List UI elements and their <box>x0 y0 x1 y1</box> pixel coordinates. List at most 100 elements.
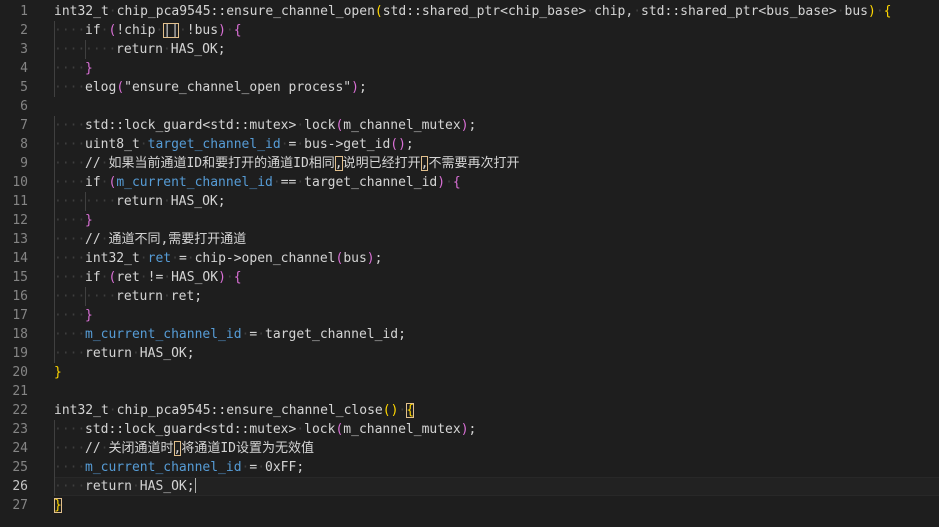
code-line[interactable]: ····int32_t·ret·=·chip->open_channel(bus… <box>54 249 939 268</box>
line-number: 21 <box>12 384 28 399</box>
indent-guide: ···· <box>54 78 86 97</box>
code-token: ) <box>460 118 469 133</box>
code-line[interactable]: ····} <box>54 59 939 78</box>
code-token: uint8_t <box>85 137 140 152</box>
code-line[interactable]: ····m_current_channel_id·=·target_channe… <box>54 325 939 344</box>
code-token: { <box>883 4 892 19</box>
code-token: ) <box>218 270 226 285</box>
code-line[interactable] <box>54 97 939 116</box>
code-token: ret <box>147 251 172 266</box>
code-token: !chip <box>116 23 156 38</box>
line-number: 18 <box>12 327 28 342</box>
line-number: 12 <box>12 213 28 228</box>
whitespace-marker: · <box>131 346 140 361</box>
code-token: int32_t <box>85 251 140 266</box>
code-token: int32_t <box>54 4 109 19</box>
code-token: bus <box>844 4 869 19</box>
whitespace-marker: · <box>108 4 117 19</box>
code-token: // <box>85 232 101 247</box>
whitespace-marker: · <box>162 289 171 304</box>
whitespace-marker: · <box>296 422 305 437</box>
code-line[interactable]: ····std::lock_guard<std::mutex>·lock(m_c… <box>54 116 939 135</box>
code-token: target_channel_id <box>304 175 438 190</box>
code-token: } <box>85 308 93 323</box>
whitespace-marker: · <box>225 270 234 285</box>
code-token: chip_pca9545::ensure_channel_close <box>116 403 383 418</box>
code-token: != <box>147 270 164 285</box>
whitespace-marker: · <box>225 23 234 38</box>
indent-guide: ···· <box>54 116 86 135</box>
indent-guide: ···· <box>54 211 86 230</box>
whitespace-marker: · <box>139 251 148 266</box>
line-number: 15 <box>12 270 28 285</box>
whitespace-marker: · <box>163 270 172 285</box>
whitespace-marker: · <box>108 403 117 418</box>
code-line[interactable]: ····std::lock_guard<std::mutex>·lock(m_c… <box>54 420 939 439</box>
code-token: ) <box>868 4 876 19</box>
line-number: 24 <box>12 441 28 456</box>
line-number: 8 <box>20 137 28 152</box>
indent-guide: ···· <box>54 40 86 59</box>
whitespace-marker: · <box>296 175 305 190</box>
code-token: "ensure_channel_open process" <box>124 80 352 95</box>
code-line[interactable]: ····return·HAS_OK; <box>54 344 939 363</box>
whitespace-marker: · <box>139 137 148 152</box>
code-token: return <box>85 479 132 494</box>
code-token: lock <box>304 422 336 437</box>
line-number: 6 <box>20 99 28 114</box>
code-token: ( <box>390 137 399 152</box>
code-line[interactable]: ····} <box>54 306 939 325</box>
line-number: 4 <box>20 61 28 76</box>
code-editor[interactable]: 1 2 3 4 5 6 7 8 9 10 11 12 13 14 15 16 17 18 19 20 21 22 23 24 2… <box>0 0 939 527</box>
whitespace-marker: · <box>171 251 179 266</box>
code-line[interactable]: ····return·HAS_OK; <box>54 477 939 496</box>
line-number: 19 <box>12 346 28 361</box>
line-number: 11 <box>12 194 28 209</box>
code-line[interactable]: ····//·如果当前通道ID和要打开的通道ID相同,说明已经打开,不需要再次打… <box>54 154 939 173</box>
code-line[interactable]: int32_t·chip_pca9545::ensure_channel_ope… <box>54 2 939 21</box>
code-token: } <box>85 61 93 76</box>
code-line[interactable]: ····//·通道不同,需要打开通道 <box>54 230 939 249</box>
code-token: ) <box>351 80 359 95</box>
code-line[interactable]: ········return·HAS_OK; <box>54 40 939 59</box>
code-token: m_channel_mutex <box>343 422 461 437</box>
code-line[interactable]: ····if·(ret·!=·HAS_OK)·{ <box>54 268 939 287</box>
code-token: ) <box>437 175 446 190</box>
code-line[interactable]: } <box>54 496 939 515</box>
code-area[interactable]: int32_t·chip_pca9545::ensure_channel_ope… <box>54 2 939 515</box>
whitespace-marker: · <box>296 137 305 152</box>
whitespace-marker: · <box>280 137 289 152</box>
code-token: ) <box>460 422 469 437</box>
code-line[interactable]: ····if·(!chip·||·!bus)·{ <box>54 21 939 40</box>
code-line[interactable]: ····} <box>54 211 939 230</box>
code-line[interactable]: } <box>54 363 939 382</box>
line-number: 27 <box>12 498 28 513</box>
line-number: 17 <box>12 308 28 323</box>
code-token: int32_t <box>54 403 109 418</box>
code-line[interactable]: ····uint8_t·target_channel_id·=·bus->get… <box>54 135 939 154</box>
code-line[interactable]: ····elog("ensure_channel_open process"); <box>54 78 939 97</box>
code-token: ; <box>374 251 383 266</box>
code-token: // <box>85 156 101 171</box>
code-line[interactable]: ····if·(m_current_channel_id·==·target_c… <box>54 173 939 192</box>
code-token: m_channel_mutex <box>343 118 461 133</box>
code-token: ( <box>382 403 391 418</box>
code-line[interactable]: ····m_current_channel_id·=·0xFF; <box>54 458 939 477</box>
code-line[interactable]: ········return·HAS_OK; <box>54 192 939 211</box>
code-line[interactable]: ····//·关闭通道时,将通道ID设置为无效值 <box>54 439 939 458</box>
whitespace-marker: · <box>257 327 266 342</box>
indent-guide: ···· <box>54 59 86 78</box>
code-line[interactable]: int32_t·chip_pca9545::ensure_channel_clo… <box>54 401 939 420</box>
code-token: { <box>452 175 461 190</box>
code-line[interactable] <box>54 382 939 401</box>
code-token: bus->get_id <box>304 137 391 152</box>
code-token: chip_pca9545::ensure_channel_open <box>116 4 375 19</box>
whitespace-marker: · <box>257 460 266 475</box>
whitespace-marker: · <box>296 118 305 133</box>
line-number: 22 <box>12 403 28 418</box>
code-line[interactable]: ········return·ret; <box>54 287 939 306</box>
code-token: std::shared_ptr<bus_base> <box>641 4 837 19</box>
indent-guide: ···· <box>54 249 86 268</box>
code-token: } <box>54 365 62 380</box>
code-token: if <box>85 270 101 285</box>
